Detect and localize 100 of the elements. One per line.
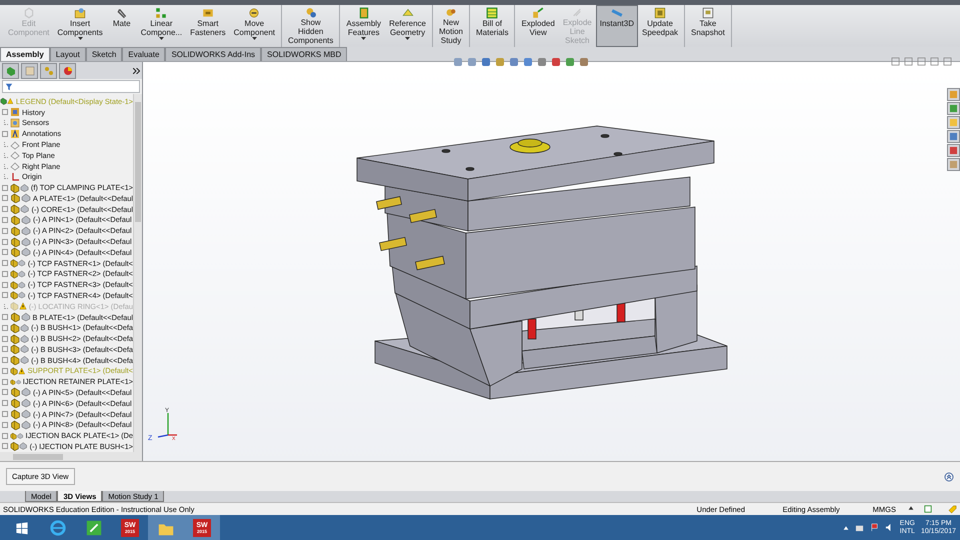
tree-connector-icon[interactable]: [4, 304, 8, 309]
plane-icon: [10, 140, 20, 150]
component-icon: [20, 193, 31, 204]
line-icon: [571, 7, 584, 18]
component-icon: [21, 226, 31, 236]
task-pane-tab[interactable]: [947, 116, 960, 129]
part-icon: [10, 355, 20, 366]
configuration-manager-tab[interactable]: [40, 62, 57, 78]
horizontal-scrollbar[interactable]: [0, 452, 142, 461]
part-icon: [10, 226, 21, 236]
ribbon-tab[interactable]: Evaluate: [122, 47, 166, 61]
part-icon: [10, 204, 20, 214]
task-pane-tab[interactable]: [947, 102, 960, 115]
toolbar-button[interactable]: Instant3D: [596, 5, 638, 47]
component-icon: [20, 344, 30, 354]
annotation-icon: [10, 128, 20, 139]
toolbar-button[interactable]: Update Speedpak: [638, 5, 682, 47]
paperclip-icon: [116, 7, 128, 19]
component-icon: [19, 441, 28, 452]
toolbar-button[interactable]: Reference Geometry: [385, 5, 430, 47]
ribbon-tab[interactable]: Sketch: [86, 47, 122, 61]
origin-icon: [10, 172, 20, 182]
part-icon: [10, 290, 18, 300]
caret-icon: [252, 37, 257, 40]
feature-manager-tab[interactable]: [2, 62, 19, 78]
toolbar-button[interactable]: Assembly Features: [342, 5, 386, 47]
assembly-icon: [0, 96, 8, 106]
component-icon: [21, 214, 31, 225]
part-icon: [10, 301, 19, 312]
part-icon: [10, 334, 20, 344]
warning-icon: [18, 366, 26, 376]
toolbar-button[interactable]: Take Snapshot: [687, 5, 729, 47]
caret-icon: [842, 524, 849, 530]
component-icon: [20, 312, 30, 322]
part-icon: [10, 344, 20, 354]
part-icon: [10, 258, 18, 268]
toolbar-button[interactable]: Mate: [106, 5, 137, 47]
ribbon-tab[interactable]: SOLIDWORKS MBD: [261, 47, 348, 61]
history-icon: [10, 107, 20, 118]
toolbar-button[interactable]: Exploded View: [517, 5, 559, 47]
toolbar-button[interactable]: Move Component: [230, 5, 280, 47]
toolbar-button[interactable]: Smart Fasteners: [186, 5, 230, 47]
part-icon: [10, 398, 21, 408]
sensor-icon: [10, 118, 20, 128]
ribbon-tab[interactable]: SOLIDWORKS Add-Ins: [165, 47, 262, 61]
component-icon: [20, 322, 30, 333]
tree-connector-icon[interactable]: [4, 164, 8, 169]
color-ball-icon: [62, 66, 72, 76]
explode-icon: [532, 7, 544, 19]
axis-triad-drawing: [158, 413, 177, 438]
taskbar-app[interactable]: [148, 515, 184, 540]
caret-icon: [78, 37, 83, 40]
property-manager-tab[interactable]: [21, 62, 38, 78]
tree-connector-icon[interactable]: [4, 142, 8, 148]
table-icon: [486, 7, 498, 19]
motion-icon: [444, 7, 457, 18]
caret-icon: [405, 37, 410, 40]
pencil-icon: [85, 518, 103, 536]
filter-field[interactable]: [2, 80, 140, 93]
part-icon: [10, 193, 21, 204]
tree-connector-icon[interactable]: [4, 174, 8, 180]
part-icon: [10, 280, 18, 290]
appearance-tab[interactable]: [59, 62, 76, 78]
toolbar-button[interactable]: Insert Components: [53, 5, 107, 47]
toolbar-button[interactable]: Bill of Materials: [472, 5, 512, 47]
task-pane-tab[interactable]: [947, 158, 960, 171]
part-icon: [10, 247, 21, 258]
tree-connector-icon[interactable]: [4, 120, 8, 126]
task-pane-tab[interactable]: [947, 144, 960, 157]
toolbar-button[interactable]: Show Hidden Components: [284, 5, 338, 47]
toolbar-button[interactable]: New Motion Study: [434, 5, 467, 47]
task-pane-tab[interactable]: [947, 88, 960, 101]
ribbon-tab[interactable]: Assembly: [0, 47, 50, 61]
tree-connector-icon[interactable]: [4, 152, 8, 158]
windows-icon: [15, 520, 29, 534]
help-icon: [924, 505, 932, 513]
component-icon: [21, 236, 31, 247]
caret-icon: [361, 37, 366, 40]
part-icon: [10, 268, 18, 279]
part-icon: [10, 366, 18, 376]
warning-icon: [18, 301, 27, 312]
part-icon: [6, 66, 16, 76]
component-icon: [21, 409, 31, 420]
feature-icon: [358, 7, 370, 19]
part-icon: [10, 214, 21, 225]
expand-icon[interactable]: [133, 68, 140, 74]
filter-icon: [5, 82, 13, 90]
toolbar-button[interactable]: Linear Compone...: [136, 5, 186, 47]
eye-icon: [304, 7, 317, 18]
part-icon: [10, 409, 21, 420]
camera-icon: [702, 7, 714, 19]
task-pane-tab[interactable]: [947, 130, 960, 143]
pattern-icon: [155, 7, 168, 19]
browser-icon: [49, 518, 67, 536]
part-icon: [10, 312, 21, 322]
caret-icon: [908, 505, 914, 511]
scrollbar[interactable]: [133, 94, 142, 452]
ribbon-tab[interactable]: Layout: [50, 47, 86, 61]
plane-icon: [10, 150, 20, 160]
component-icon: [21, 398, 31, 408]
